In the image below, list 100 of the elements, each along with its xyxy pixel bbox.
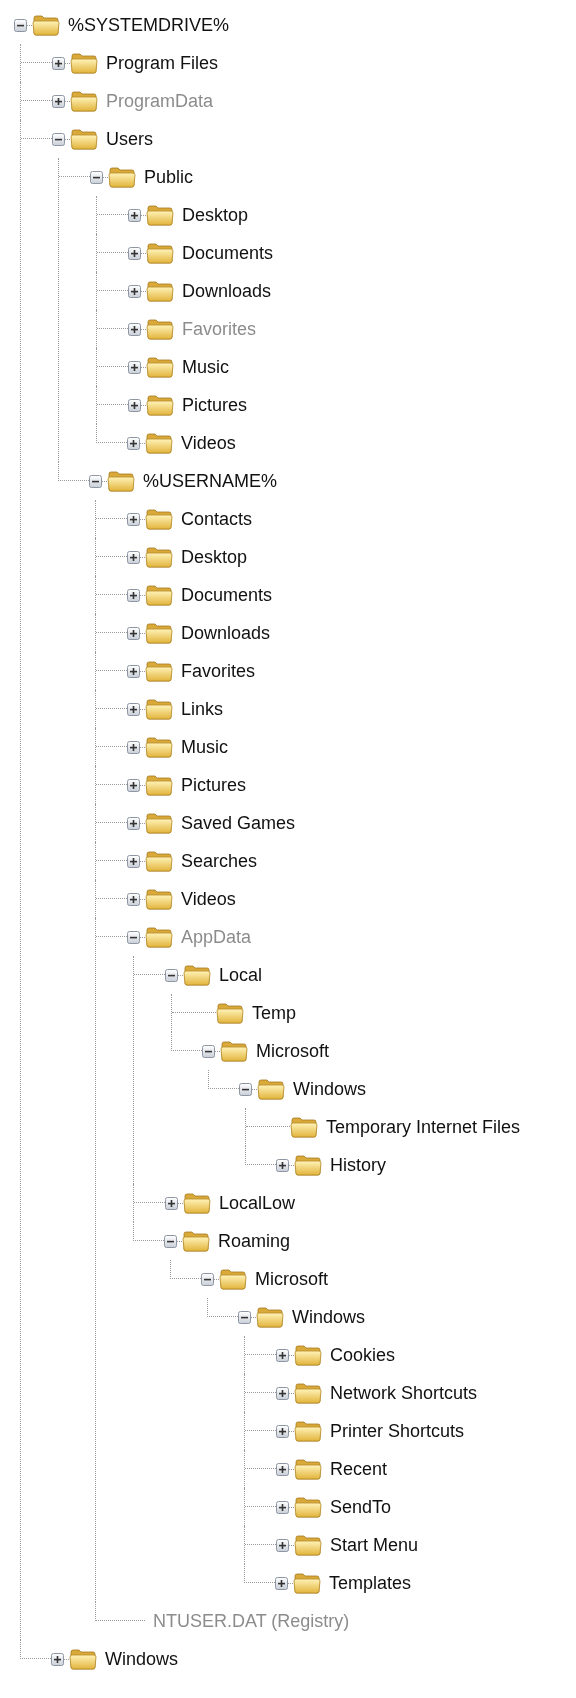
folder-icon: [107, 470, 135, 492]
folder-label[interactable]: Recent: [330, 1455, 388, 1483]
expand-icon[interactable]: [128, 322, 141, 336]
folder-icon: [145, 888, 173, 910]
expand-icon[interactable]: [276, 1424, 289, 1438]
folder-label[interactable]: Temp: [252, 999, 296, 1027]
expand-icon[interactable]: [276, 1462, 289, 1476]
folder-icon: [294, 1534, 322, 1556]
folder-icon: [216, 1002, 244, 1024]
folder-icon: [219, 1268, 247, 1290]
collapse-icon[interactable]: [14, 18, 27, 32]
expand-icon[interactable]: [276, 1386, 289, 1400]
folder-label[interactable]: Documents: [182, 239, 274, 267]
expand-icon[interactable]: [127, 512, 140, 526]
expand-icon[interactable]: [276, 1500, 289, 1514]
folder-icon: [294, 1458, 322, 1480]
expand-icon[interactable]: [128, 360, 141, 374]
folder-label[interactable]: Desktop: [181, 543, 248, 571]
folder-label[interactable]: Downloads: [182, 277, 272, 305]
folder-label[interactable]: Videos: [181, 429, 236, 457]
collapse-icon[interactable]: [89, 474, 102, 488]
folder-label[interactable]: Contacts: [181, 505, 253, 533]
folder-icon: [294, 1496, 322, 1518]
expand-icon[interactable]: [127, 778, 140, 792]
folder-icon: [145, 926, 173, 948]
folder-label[interactable]: History: [330, 1151, 386, 1179]
folder-label[interactable]: Temporary Internet Files: [326, 1113, 521, 1141]
expand-icon[interactable]: [275, 1576, 288, 1590]
expand-icon[interactable]: [276, 1348, 289, 1362]
folder-icon: [146, 280, 174, 302]
folder-label[interactable]: Downloads: [181, 619, 271, 647]
folder-label[interactable]: Windows: [293, 1075, 367, 1103]
folder-icon: [146, 356, 174, 378]
expand-icon[interactable]: [127, 816, 140, 830]
expand-icon[interactable]: [128, 284, 141, 298]
collapse-icon[interactable]: [202, 1044, 215, 1058]
folder-label[interactable]: SendTo: [330, 1493, 392, 1521]
expand-icon[interactable]: [128, 208, 141, 222]
folder-icon: [256, 1306, 284, 1328]
folder-label[interactable]: %USERNAME%: [143, 467, 278, 495]
collapse-icon[interactable]: [239, 1082, 252, 1096]
folder-label[interactable]: Microsoft: [255, 1265, 328, 1293]
folder-label[interactable]: Pictures: [182, 391, 248, 419]
folder-label[interactable]: Searches: [181, 847, 258, 875]
collapse-icon[interactable]: [201, 1272, 214, 1286]
expand-icon[interactable]: [276, 1538, 289, 1552]
collapse-icon[interactable]: [127, 930, 140, 944]
folder-icon: [146, 204, 174, 226]
folder-label[interactable]: Windows: [292, 1303, 366, 1331]
folder-label[interactable]: Program Files: [106, 49, 219, 77]
folder-icon: [108, 166, 136, 188]
folder-label[interactable]: Start Menu: [330, 1531, 419, 1559]
expand-icon[interactable]: [127, 854, 140, 868]
folder-icon: [145, 850, 173, 872]
expand-icon[interactable]: [165, 1196, 178, 1210]
folder-label[interactable]: Videos: [181, 885, 236, 913]
folder-icon: [290, 1116, 318, 1138]
folder-label[interactable]: Windows: [105, 1645, 179, 1673]
folder-label[interactable]: Templates: [329, 1569, 412, 1597]
folder-label[interactable]: Desktop: [182, 201, 249, 229]
collapse-icon[interactable]: [164, 1234, 177, 1248]
expand-icon[interactable]: [52, 56, 65, 70]
folder-icon: [294, 1382, 322, 1404]
folder-label[interactable]: Cookies: [330, 1341, 396, 1369]
folder-label[interactable]: Public: [144, 163, 194, 191]
folder-label[interactable]: Music: [182, 353, 229, 381]
folder-label[interactable]: Users: [106, 125, 153, 153]
expand-icon[interactable]: [127, 588, 140, 602]
folder-label[interactable]: Pictures: [181, 771, 247, 799]
folder-label[interactable]: Documents: [181, 581, 273, 609]
expand-icon[interactable]: [128, 246, 141, 260]
expand-icon[interactable]: [127, 436, 140, 450]
folder-label[interactable]: Links: [181, 695, 224, 723]
folder-label[interactable]: Printer Shortcuts: [330, 1417, 465, 1445]
collapse-icon[interactable]: [52, 132, 65, 146]
expand-icon[interactable]: [127, 702, 140, 716]
folder-label[interactable]: Local: [219, 961, 263, 989]
collapse-icon[interactable]: [90, 170, 103, 184]
folder-label[interactable]: LocalLow: [219, 1189, 296, 1217]
expand-icon[interactable]: [128, 398, 141, 412]
expand-icon[interactable]: [52, 94, 65, 108]
expand-icon[interactable]: [127, 892, 140, 906]
folder-label[interactable]: Saved Games: [181, 809, 296, 837]
expand-icon[interactable]: [51, 1652, 64, 1666]
folder-label[interactable]: Favorites: [181, 657, 256, 685]
expand-icon[interactable]: [127, 664, 140, 678]
folder-label[interactable]: Microsoft: [256, 1037, 329, 1065]
collapse-icon[interactable]: [238, 1310, 251, 1324]
expand-icon[interactable]: [127, 740, 140, 754]
folder-label[interactable]: Roaming: [218, 1227, 291, 1255]
folder-label[interactable]: %SYSTEMDRIVE%: [68, 11, 230, 39]
expand-icon[interactable]: [127, 550, 140, 564]
expand-icon[interactable]: [127, 626, 140, 640]
expand-icon[interactable]: [276, 1158, 289, 1172]
folder-label[interactable]: Music: [181, 733, 228, 761]
folder-icon: [70, 90, 98, 112]
folder-icon: [145, 546, 173, 568]
collapse-icon[interactable]: [165, 968, 178, 982]
folder-label[interactable]: Network Shortcuts: [330, 1379, 478, 1407]
folder-icon: [182, 1230, 210, 1252]
